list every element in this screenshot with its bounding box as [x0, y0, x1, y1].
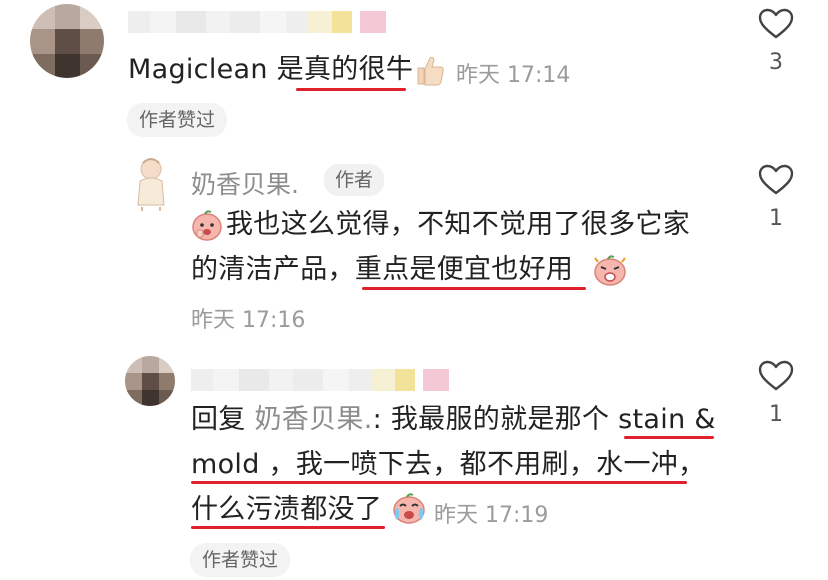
blurred-username[interactable] — [191, 368, 449, 392]
emphasized-text: stain & — [618, 404, 716, 435]
author-liked-badge: 作者赞过 — [190, 543, 291, 577]
emphasized-text: 重点是便宜也好用 — [354, 254, 574, 285]
reply-to-nickname[interactable]: 奶香贝果. — [255, 404, 373, 435]
timestamp: 昨天 17:19 — [434, 503, 549, 528]
user-avatar[interactable] — [128, 155, 174, 213]
timestamp: 昨天 17:14 — [456, 63, 571, 88]
thumbs-up-emoji — [417, 56, 444, 86]
like-heart-icon[interactable] — [758, 360, 794, 392]
comment-text-line-1: 我也这么觉得，不知不觉用了很多它家 — [226, 209, 691, 240]
comment-text: Magiclean 是真的很牛 — [128, 54, 414, 85]
blurred-username[interactable] — [128, 10, 386, 34]
emphasized-text: 真的很牛 — [303, 54, 414, 85]
like-heart-icon[interactable] — [758, 8, 794, 40]
angry-peach-emoji — [594, 255, 626, 286]
red-underline — [296, 88, 406, 91]
crying-peach-emoji — [393, 493, 425, 524]
timestamp: 昨天 17:16 — [191, 308, 306, 333]
red-underline — [624, 436, 714, 439]
like-count: 1 — [769, 206, 783, 231]
author-tag: 作者 — [324, 164, 385, 196]
like-heart-icon[interactable] — [758, 164, 794, 196]
like-count: 3 — [769, 50, 783, 75]
comment-text-line-2: 的清洁产品，重点是便宜也好用 — [191, 254, 574, 285]
author-nickname[interactable]: 奶香贝果. — [191, 165, 299, 201]
peach-face-emoji — [192, 210, 222, 241]
red-underline — [362, 287, 586, 290]
user-avatar[interactable] — [30, 4, 104, 78]
author-liked-badge: 作者赞过 — [127, 103, 228, 137]
like-count: 1 — [769, 402, 783, 427]
red-underline — [191, 526, 385, 529]
red-underline — [191, 481, 687, 484]
user-avatar[interactable] — [125, 356, 175, 406]
